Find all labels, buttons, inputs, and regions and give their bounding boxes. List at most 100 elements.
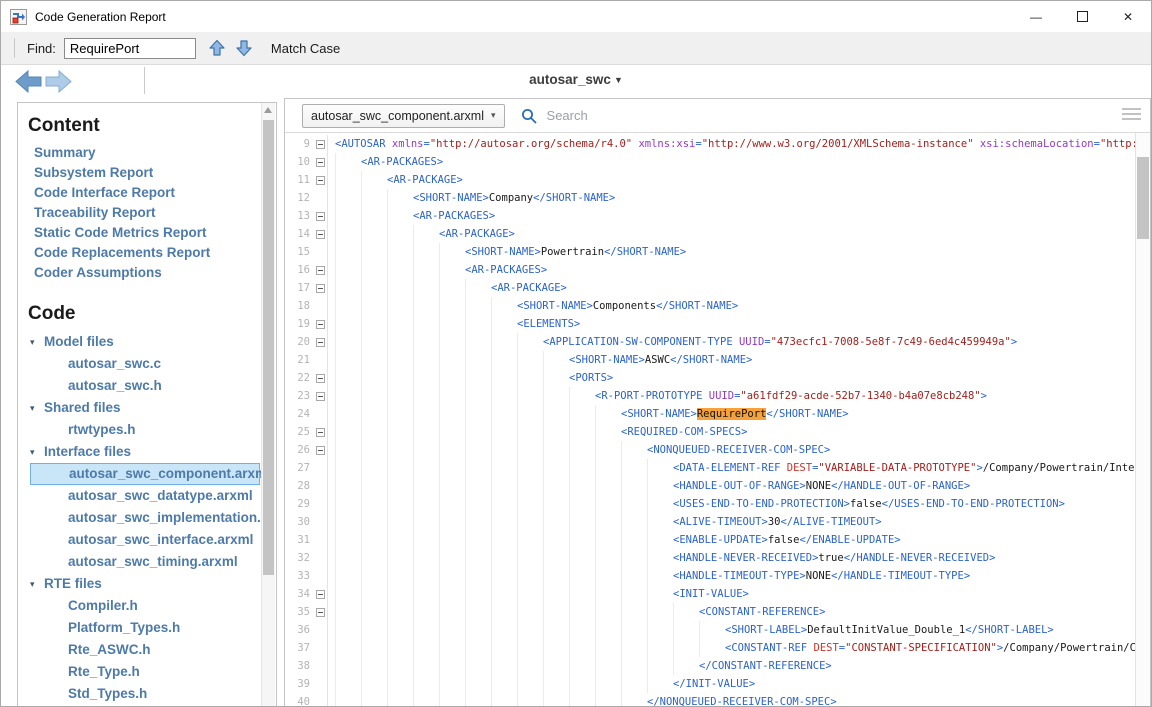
fold-collapse-icon[interactable] <box>316 428 325 437</box>
tree-file-item[interactable]: Rte_ASWC.h <box>28 639 262 661</box>
fold-collapse-icon[interactable] <box>316 140 325 149</box>
fold-collapse-icon[interactable] <box>316 320 325 329</box>
tree-section-model-files[interactable]: ▾Model files <box>28 331 262 353</box>
fold-collapse-icon[interactable] <box>316 608 325 617</box>
tree-file-item[interactable]: autosar_swc_component.arxml <box>30 463 260 485</box>
fold-collapse-icon[interactable] <box>316 230 325 239</box>
indent-guide <box>413 387 439 405</box>
tree-file-item[interactable]: autosar_swc_datatype.arxml <box>28 485 262 507</box>
file-selector-dropdown[interactable]: autosar_swc_component.arxml ▾ <box>302 104 505 128</box>
indent-guide <box>335 261 361 279</box>
fold-collapse-icon[interactable] <box>316 284 325 293</box>
indent-guide <box>361 675 387 693</box>
line-number: 29 <box>285 498 313 510</box>
line-number: 35 <box>285 606 313 618</box>
fold-collapse-icon[interactable] <box>316 338 325 347</box>
fold-collapse-icon[interactable] <box>316 446 325 455</box>
code-line: 18<SHORT-NAME>Components</SHORT-NAME> <box>285 297 1136 315</box>
indent-guide <box>361 387 387 405</box>
fold-collapse-icon[interactable] <box>316 590 325 599</box>
indent-guide <box>491 657 517 675</box>
indent-guide <box>491 333 517 351</box>
tree-file-item[interactable]: autosar_swc.c <box>28 353 262 375</box>
tree-file-item[interactable]: Rte_Type.h <box>28 661 262 683</box>
indent-guide <box>361 279 387 297</box>
content-link-summary[interactable]: Summary <box>28 143 262 163</box>
triangle-up-icon[interactable] <box>264 107 272 113</box>
content-link-coder-assumptions[interactable]: Coder Assumptions <box>28 263 262 283</box>
fold-cell <box>313 405 327 423</box>
tree-file-item[interactable]: Platform_Types.h <box>28 617 262 639</box>
indent-guide <box>569 657 595 675</box>
fold-collapse-icon[interactable] <box>316 212 325 221</box>
indent-guide <box>491 621 517 639</box>
code-line: 32<HANDLE-NEVER-RECEIVED>true</HANDLE-NE… <box>285 549 1136 567</box>
triangle-down-icon: ▾ <box>30 573 44 595</box>
match-case-toggle[interactable]: Match Case <box>271 41 340 56</box>
line-number: 19 <box>285 318 313 330</box>
indent-guide <box>335 441 361 459</box>
code-line: 35<CONSTANT-REFERENCE> <box>285 603 1136 621</box>
tree-file-item[interactable]: autosar_swc_implementation.ar <box>28 507 262 529</box>
tree-section-rte-files[interactable]: ▾RTE files <box>28 573 262 595</box>
find-previous-button[interactable] <box>208 39 226 57</box>
tree-file-item[interactable]: autosar_swc_interface.arxml <box>28 529 262 551</box>
code-scrollbar-thumb[interactable] <box>1137 157 1149 239</box>
code-token: <SHORT-NAME> <box>569 354 645 366</box>
indent-guide <box>361 333 387 351</box>
content-link-subsystem-report[interactable]: Subsystem Report <box>28 163 262 183</box>
minimize-button[interactable]: — <box>1013 1 1059 32</box>
content-link-static-code-metrics-report[interactable]: Static Code Metrics Report <box>28 223 262 243</box>
fold-collapse-icon[interactable] <box>316 158 325 167</box>
find-input[interactable] <box>64 38 196 59</box>
tree-file-item[interactable]: Compiler.h <box>28 595 262 617</box>
tree-file-item[interactable]: Std_Types.h <box>28 683 262 705</box>
fold-collapse-icon[interactable] <box>316 176 325 185</box>
tree-section-shared-files[interactable]: ▾Shared files <box>28 397 262 419</box>
close-button[interactable]: ✕ <box>1105 1 1151 32</box>
tree-file-item[interactable]: autosar_swc.h <box>28 375 262 397</box>
hamburger-menu-button[interactable] <box>1122 108 1141 123</box>
indent-guide <box>569 621 595 639</box>
content-link-traceability-report[interactable]: Traceability Report <box>28 203 262 223</box>
indent-guide <box>387 459 413 477</box>
code-heading: Code <box>28 303 262 325</box>
indent-guide <box>439 549 465 567</box>
fold-collapse-icon[interactable] <box>316 374 325 383</box>
indent-guide <box>465 621 491 639</box>
fold-cell <box>313 297 327 315</box>
indent-guide <box>465 495 491 513</box>
indent-guide <box>491 459 517 477</box>
content-link-list: SummarySubsystem ReportCode Interface Re… <box>28 143 262 283</box>
indent-guide <box>491 351 517 369</box>
code-token: <USES-END-TO-END-PROTECTION> <box>673 498 850 510</box>
tree-section-interface-files[interactable]: ▾Interface files <box>28 441 262 463</box>
indent-guide <box>543 603 569 621</box>
find-next-button[interactable] <box>235 39 253 57</box>
indent-guide <box>335 369 361 387</box>
indent-guide <box>465 657 491 675</box>
content-link-code-interface-report[interactable]: Code Interface Report <box>28 183 262 203</box>
indent-guide <box>595 621 621 639</box>
indent-guide <box>387 639 413 657</box>
tree-file-item[interactable]: rtwtypes.h <box>28 419 262 441</box>
indent-guide <box>361 315 387 333</box>
indent-guide <box>569 567 595 585</box>
content-link-code-replacements-report[interactable]: Code Replacements Report <box>28 243 262 263</box>
sidebar-scrollbar[interactable] <box>261 103 275 706</box>
gutter-separator <box>327 675 328 693</box>
indent-guide <box>413 639 439 657</box>
code-scrollbar[interactable] <box>1135 133 1150 706</box>
fold-collapse-icon[interactable] <box>316 266 325 275</box>
model-selector-dropdown[interactable]: autosar_swc▼ <box>1 72 1151 87</box>
fold-collapse-icon[interactable] <box>316 392 325 401</box>
minimize-icon: — <box>1030 10 1042 24</box>
search-input[interactable] <box>545 107 849 124</box>
maximize-icon <box>1077 11 1088 22</box>
sidebar-scrollbar-thumb[interactable] <box>263 120 274 575</box>
indent-guide <box>491 675 517 693</box>
maximize-button[interactable] <box>1059 1 1105 32</box>
indent-guide <box>517 585 543 603</box>
tree-file-item[interactable]: autosar_swc_timing.arxml <box>28 551 262 573</box>
code-line: 14<AR-PACKAGE> <box>285 225 1136 243</box>
